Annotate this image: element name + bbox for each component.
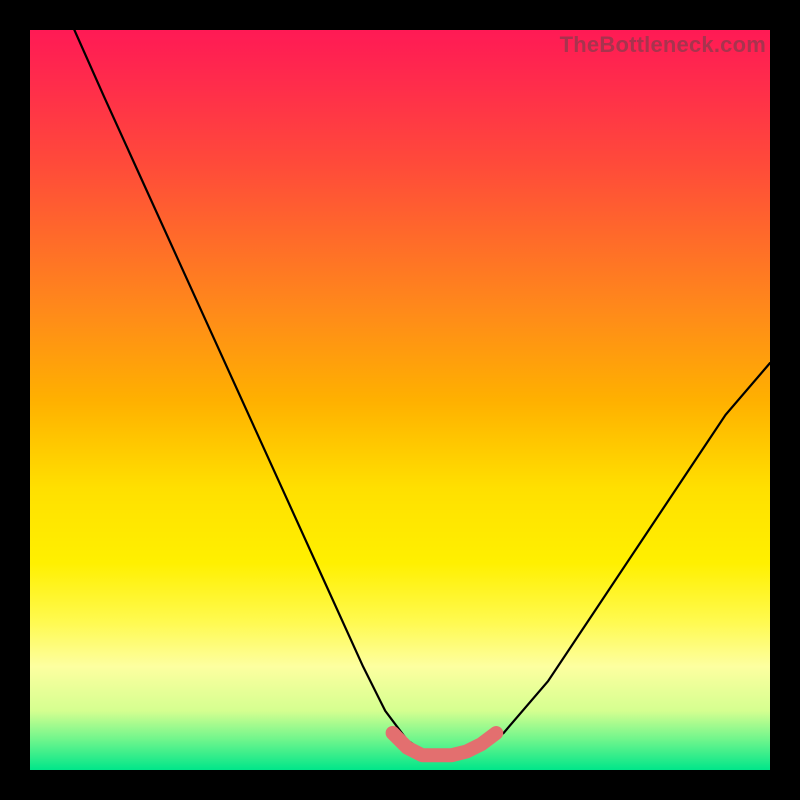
optimal-band [393, 733, 497, 755]
watermark-text: TheBottleneck.com [560, 32, 766, 58]
plot-area [30, 30, 770, 770]
bottleneck-curve [74, 30, 770, 755]
chart-frame: TheBottleneck.com [0, 0, 800, 800]
curve-layer [30, 30, 770, 770]
